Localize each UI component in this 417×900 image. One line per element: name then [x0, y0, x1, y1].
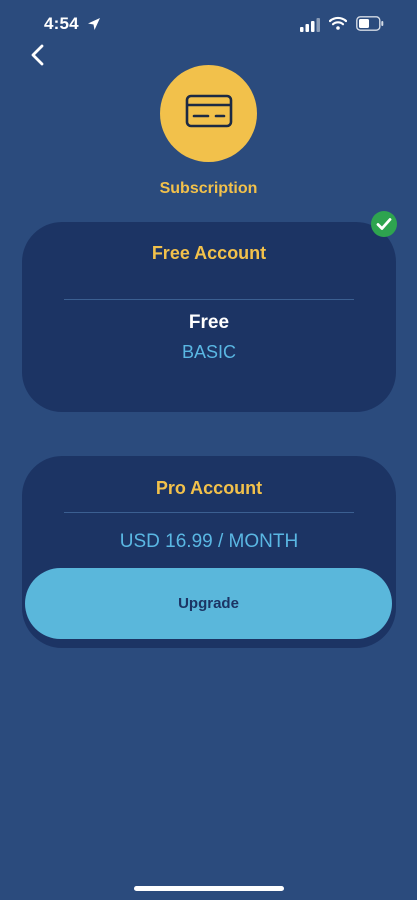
status-bar: 4:54: [0, 0, 417, 48]
subscription-header-icon: [160, 65, 257, 162]
free-plan-tier: BASIC: [181, 342, 237, 362]
home-indicator: [134, 886, 284, 891]
free-plan-title: Free Account: [151, 243, 267, 263]
pro-plan-card: Pro Account USD 16.99 / MONTH Upgrade: [22, 456, 396, 648]
checkmark-circle-icon: [371, 211, 397, 237]
page-title: Subscription: [159, 180, 258, 197]
pro-plan-price: USD 16.99 / MONTH: [119, 531, 299, 552]
location-arrow-icon: [86, 16, 102, 32]
credit-card-icon: [185, 94, 233, 133]
cellular-signal-icon: [300, 18, 320, 32]
back-button[interactable]: [24, 42, 50, 72]
free-plan-name: Free: [188, 312, 230, 333]
free-plan-card[interactable]: Free Account Free BASIC: [22, 222, 396, 412]
upgrade-button[interactable]: Upgrade: [25, 568, 392, 639]
battery-icon: [356, 16, 384, 31]
pro-plan-title: Pro Account: [155, 478, 263, 498]
chevron-left-icon: [29, 43, 45, 72]
wifi-icon: [328, 16, 348, 30]
card-divider: [64, 299, 354, 300]
card-divider: [64, 512, 354, 513]
status-time: 4:54: [44, 14, 79, 33]
